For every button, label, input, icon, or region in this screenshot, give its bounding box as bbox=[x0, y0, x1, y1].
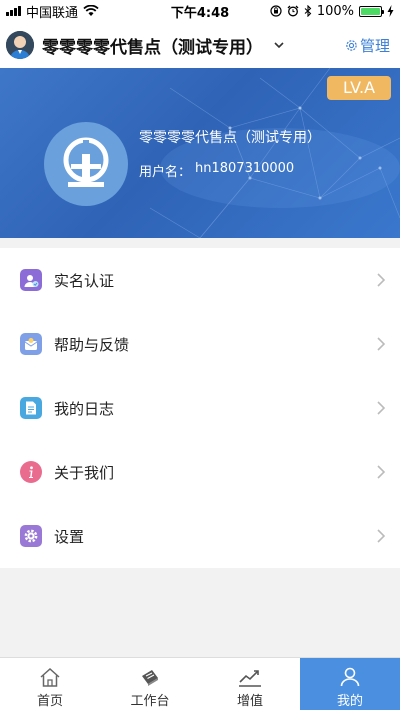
bottom-tab-bar: 首页 工作台 增值 我的 bbox=[0, 657, 400, 710]
id-verify-icon bbox=[20, 269, 42, 291]
chevron-right-icon bbox=[377, 273, 386, 287]
status-left: 中国联通 bbox=[6, 2, 156, 21]
profile-banner: LV.A 零零零零代售点（测试专用） 用户名： hn1807310000 bbox=[0, 68, 400, 238]
help-feedback-icon bbox=[20, 333, 42, 355]
battery-icon bbox=[359, 5, 384, 17]
home-icon bbox=[40, 667, 60, 687]
menu-item-about[interactable]: 关于我们 bbox=[0, 440, 400, 504]
menu-label-about: 关于我们 bbox=[54, 463, 115, 482]
charging-icon bbox=[387, 5, 394, 17]
bluetooth-icon bbox=[304, 5, 312, 17]
battery-percent: 100% bbox=[316, 3, 354, 19]
status-bar: 中国联通 下午4:48 100% bbox=[0, 0, 400, 22]
status-time: 下午4:48 bbox=[170, 5, 230, 21]
alarm-icon bbox=[287, 5, 299, 17]
carrier-label: 中国联通 bbox=[26, 5, 79, 21]
menu-label-settings: 设置 bbox=[54, 527, 85, 546]
tab-value-added[interactable]: 增值 bbox=[200, 658, 300, 710]
chevron-right-icon bbox=[377, 401, 386, 415]
menu-item-settings[interactable]: 设置 bbox=[0, 504, 400, 568]
chevron-down-icon[interactable] bbox=[273, 39, 285, 51]
wifi-icon bbox=[83, 5, 99, 16]
avatar[interactable] bbox=[6, 31, 34, 59]
chevron-right-icon bbox=[377, 337, 386, 351]
username-line: 用户名： hn1807310000 bbox=[139, 161, 294, 180]
agency-name: 零零零零代售点（测试专用） bbox=[139, 130, 321, 146]
menu-item-help-feedback[interactable]: 帮助与反馈 bbox=[0, 312, 400, 376]
account-title[interactable]: 零零零零代售点（测试专用） bbox=[42, 33, 263, 58]
workbench-icon bbox=[142, 670, 158, 686]
app-screen: 中国联通 下午4:48 100% 零零零零代售点（测试专用） 管理 LV.A 零… bbox=[0, 0, 400, 710]
level-badge: LV.A bbox=[327, 76, 391, 100]
manage-button[interactable]: 管理 bbox=[345, 35, 390, 56]
tab-label-workbench: 工作台 bbox=[130, 694, 170, 709]
tab-label-home: 首页 bbox=[36, 694, 63, 709]
menu-label-log: 我的日志 bbox=[54, 399, 115, 418]
username-value: hn1807310000 bbox=[195, 161, 295, 176]
menu-item-log[interactable]: 我的日志 bbox=[0, 376, 400, 440]
rotation-lock-icon bbox=[270, 5, 282, 17]
chart-icon bbox=[239, 670, 261, 687]
username-label: 用户名： bbox=[139, 165, 192, 180]
tab-label-value-added: 增值 bbox=[236, 694, 263, 709]
chevron-right-icon bbox=[377, 465, 386, 479]
signal-icon bbox=[6, 6, 21, 16]
menu-label-id-verify: 实名认证 bbox=[54, 271, 115, 290]
tab-workbench[interactable]: 工作台 bbox=[100, 658, 200, 710]
gear-icon bbox=[346, 39, 357, 51]
settings-menu: 实名认证 帮助与反馈 我的日志 关于我们 设置 bbox=[0, 248, 400, 568]
menu-label-help-feedback: 帮助与反馈 bbox=[54, 335, 130, 354]
manage-label: 管理 bbox=[359, 36, 390, 55]
log-icon bbox=[20, 397, 42, 419]
info-icon bbox=[20, 461, 42, 483]
tab-home[interactable]: 首页 bbox=[0, 658, 100, 710]
user-icon bbox=[340, 667, 360, 687]
tab-label-mine: 我的 bbox=[336, 694, 363, 709]
chevron-right-icon bbox=[377, 529, 386, 543]
menu-item-id-verify[interactable]: 实名认证 bbox=[0, 248, 400, 312]
top-header: 零零零零代售点（测试专用） 管理 bbox=[0, 22, 400, 68]
settings-icon bbox=[20, 525, 42, 547]
tab-mine[interactable]: 我的 bbox=[300, 658, 400, 710]
status-right: 100% bbox=[244, 4, 394, 19]
railway-logo bbox=[44, 122, 128, 206]
